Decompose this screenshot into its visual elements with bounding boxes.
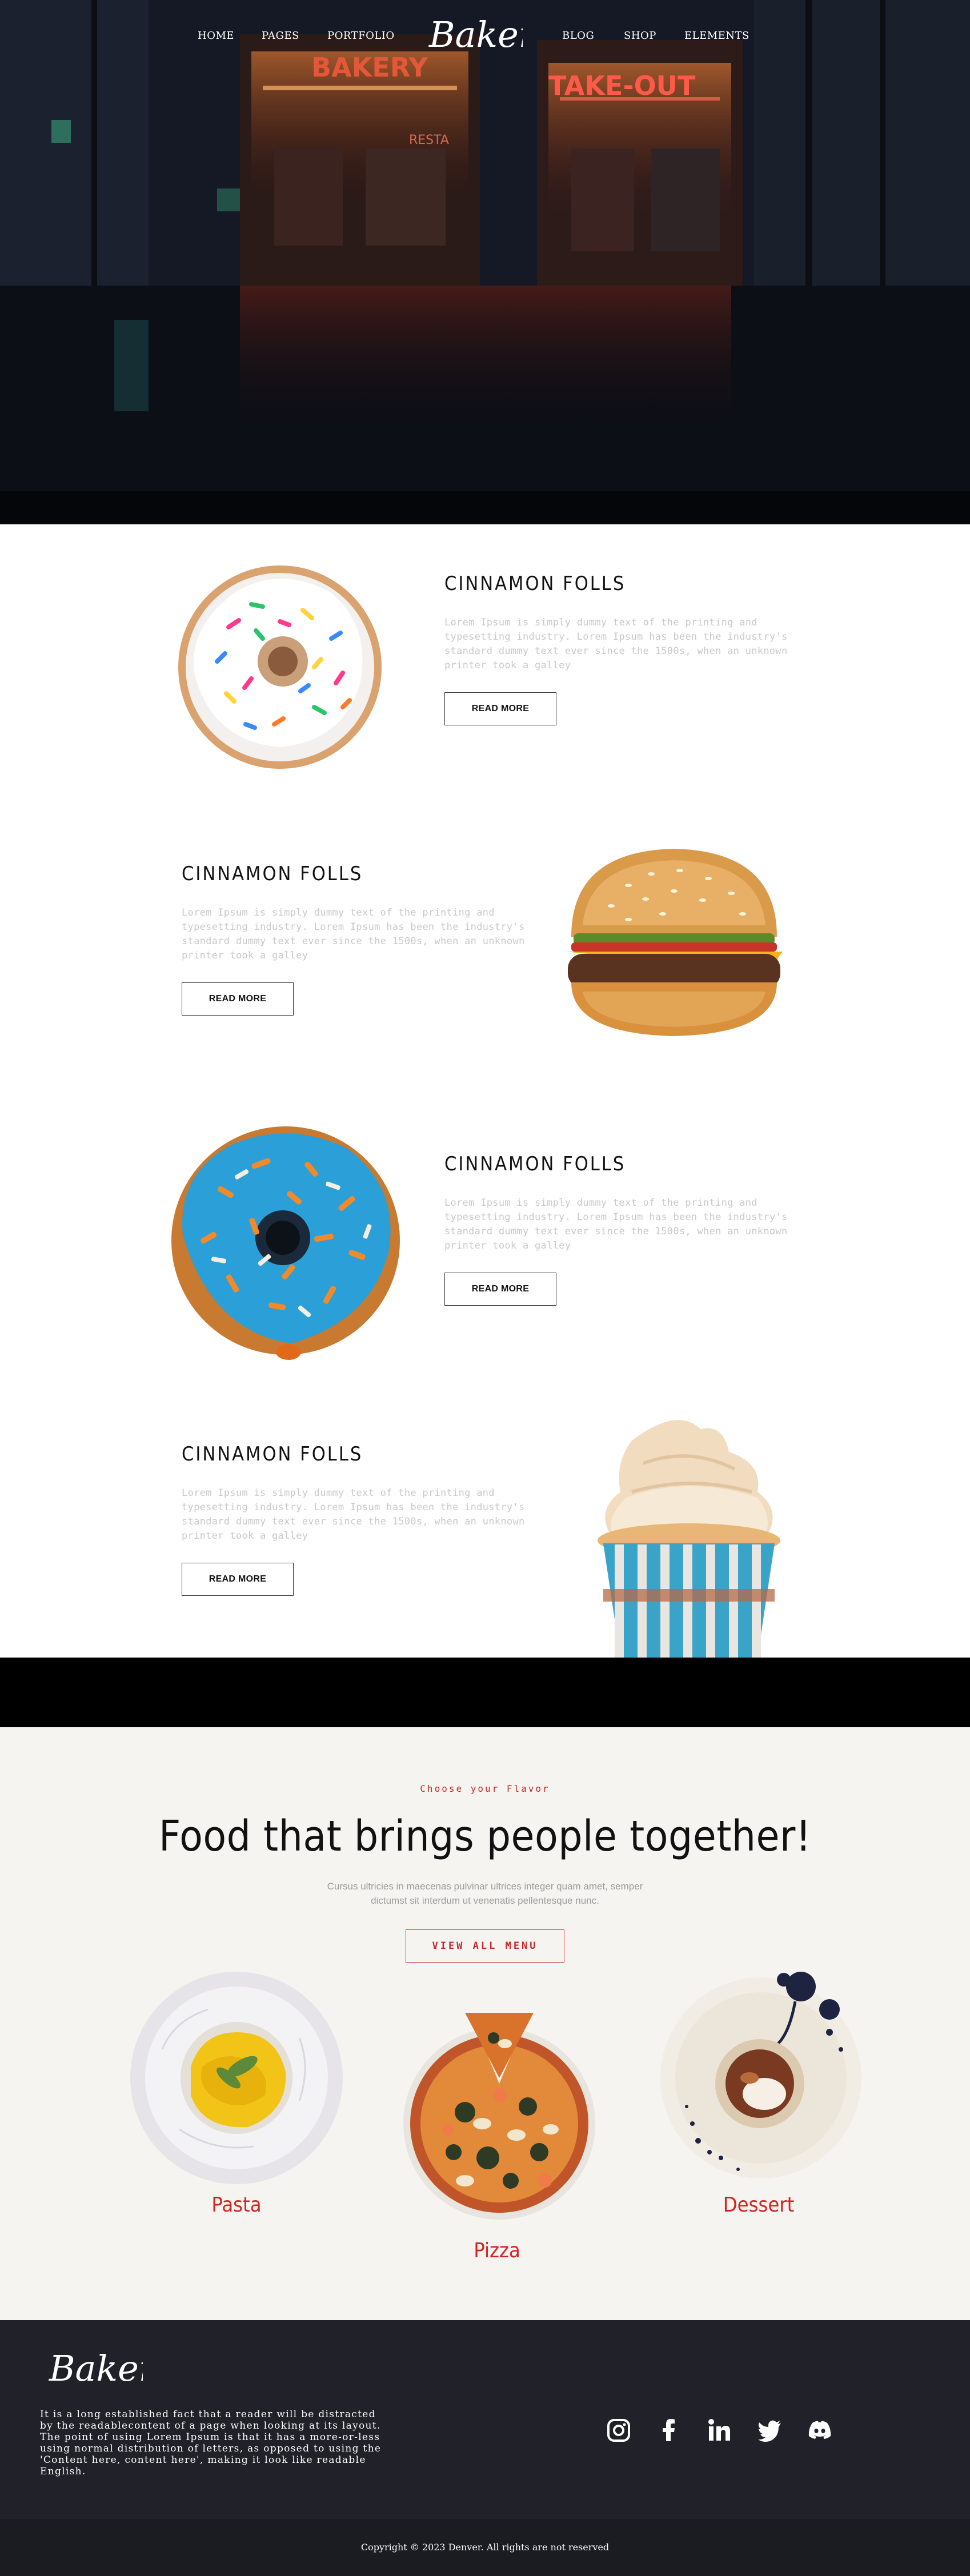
menu-subtitle: Cursus ultricies in maecenas pulvinar ul… xyxy=(327,1881,643,1906)
read-more-button[interactable]: READ MORE xyxy=(182,1563,294,1596)
dish-image-pizza[interactable] xyxy=(396,2009,602,2226)
read-more-button[interactable]: READ MORE xyxy=(444,1273,556,1306)
product-row-2: CINNAMON FOLLS Lorem Ipsum is simply dum… xyxy=(0,814,970,1105)
footer-bottom-bar: Copyright © 2023 Denver. All rights are … xyxy=(0,2519,970,2576)
read-more-button[interactable]: READ MORE xyxy=(444,692,556,725)
menu-title: Food that brings people together! xyxy=(159,1812,811,1861)
product-title: CINNAMON FOLLS xyxy=(182,1443,363,1466)
nav-elements[interactable]: ELEMENTS xyxy=(684,30,749,42)
dish-image-dessert[interactable] xyxy=(658,1969,864,2186)
product-row-1: CINNAMON FOLLS Lorem Ipsum is simply dum… xyxy=(0,524,970,814)
nav-shop[interactable]: SHOP xyxy=(624,30,656,42)
product-image-blue-donut xyxy=(171,1126,400,1360)
product-description: Lorem Ipsum is simply dummy text of the … xyxy=(444,1197,788,1251)
twitter-icon[interactable] xyxy=(756,2417,783,2443)
view-all-menu-button[interactable]: VIEW ALL MENU xyxy=(406,1929,564,1963)
menu-eyebrow: Choose your Flavor xyxy=(420,1783,550,1794)
dish-label-dessert[interactable]: Dessert xyxy=(673,2193,844,2217)
facebook-icon[interactable] xyxy=(656,2417,682,2443)
svg-text:Baker: Baker xyxy=(49,2348,143,2389)
dish-label-pizza[interactable]: Pizza xyxy=(411,2239,583,2262)
nav-blog[interactable]: BLOG xyxy=(562,30,594,42)
copyright-text: Copyright © 2023 Denver. All rights are … xyxy=(360,2542,610,2553)
nav-home[interactable]: HOME xyxy=(198,30,234,42)
product-image-cupcake xyxy=(598,1420,780,1658)
nav-portfolio[interactable]: PORTFOLIO xyxy=(327,30,395,42)
product-image-burger xyxy=(566,849,783,1036)
read-more-button[interactable]: READ MORE xyxy=(182,982,294,1016)
product-description: Lorem Ipsum is simply dummy text of the … xyxy=(182,1487,525,1542)
dish-label-pasta[interactable]: Pasta xyxy=(151,2193,322,2217)
section-divider xyxy=(0,1658,970,1727)
product-image-sprinkle-donut xyxy=(178,565,382,769)
hero-sign-small: RESTA xyxy=(409,133,449,147)
product-row-3: CINNAMON FOLLS Lorem Ipsum is simply dum… xyxy=(0,1105,970,1395)
discord-icon[interactable] xyxy=(807,2417,833,2443)
site-logo[interactable]: Baker xyxy=(426,13,523,58)
dish-image-pasta[interactable] xyxy=(128,1969,345,2186)
product-title: CINNAMON FOLLS xyxy=(444,572,626,595)
product-description: Lorem Ipsum is simply dummy text of the … xyxy=(444,617,788,671)
product-title: CINNAMON FOLLS xyxy=(182,862,363,885)
product-title: CINNAMON FOLLS xyxy=(444,1153,626,1175)
nav-pages[interactable]: PAGES xyxy=(262,30,299,42)
hero-section: BAKERY TAKE-OUT RESTA HOME PAGES PORTFOL… xyxy=(0,0,970,524)
social-links xyxy=(606,2417,833,2443)
product-row-4: CINNAMON FOLLS Lorem Ipsum is simply dum… xyxy=(0,1395,970,1658)
product-description: Lorem Ipsum is simply dummy text of the … xyxy=(182,907,525,961)
footer-description: It is a long established fact that a rea… xyxy=(40,2409,382,2477)
menu-section: Choose your Flavor Food that brings peop… xyxy=(0,1727,970,2320)
instagram-icon[interactable] xyxy=(606,2417,632,2443)
hero-background-image: BAKERY TAKE-OUT RESTA xyxy=(0,0,970,524)
linkedin-icon[interactable] xyxy=(706,2417,732,2443)
footer-logo[interactable]: Baker xyxy=(46,2346,143,2392)
svg-text:Baker: Baker xyxy=(428,14,523,55)
main-nav: HOME PAGES PORTFOLIO Baker BLOG SHOP ELE… xyxy=(0,0,970,74)
hero-sign-takeout: TAKE-OUT xyxy=(548,70,696,101)
